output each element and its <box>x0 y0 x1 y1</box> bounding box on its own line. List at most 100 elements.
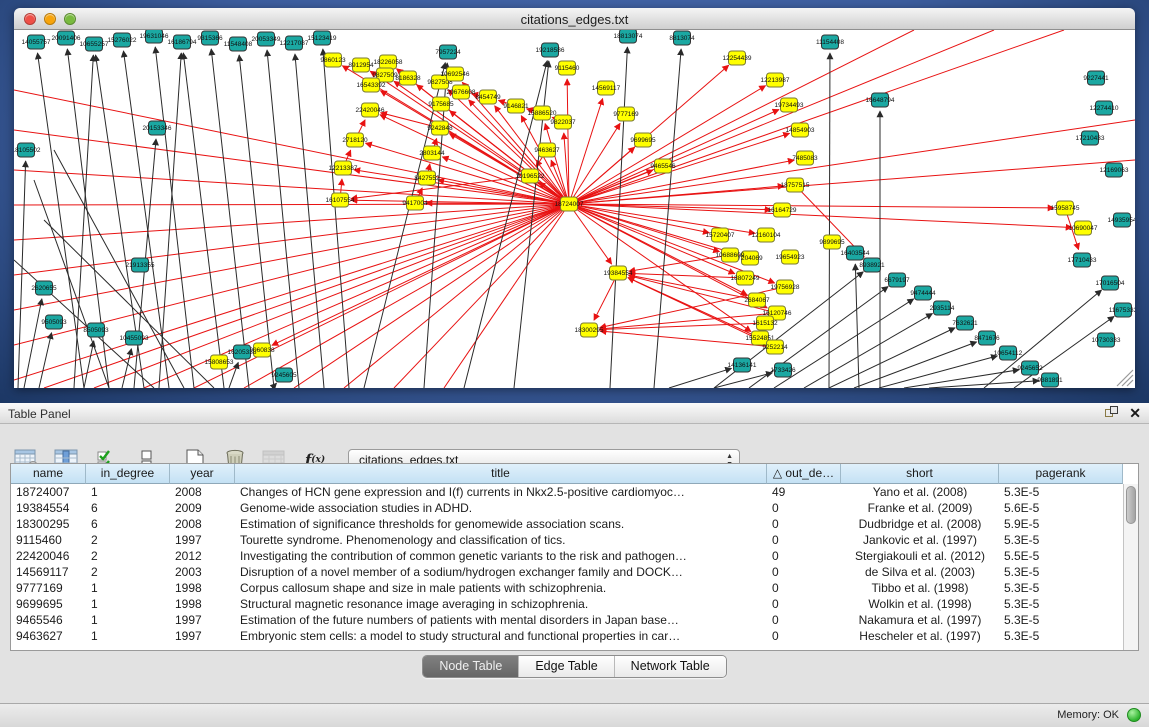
table-row[interactable]: 969969511998Structural magnetic resonanc… <box>11 596 1123 612</box>
graph-node[interactable]: 6679197 <box>884 273 910 287</box>
graph-node[interactable]: 8813074 <box>669 31 695 45</box>
graph-node[interactable]: 10730333 <box>1092 333 1121 347</box>
graph-node[interactable]: 7632621 <box>952 316 978 330</box>
column-header[interactable]: in_degree <box>86 464 170 484</box>
graph-node[interactable]: 16648794 <box>866 93 895 107</box>
graph-node[interactable]: 2935114 <box>930 301 955 315</box>
graph-node[interactable]: 10654112 <box>994 346 1023 360</box>
graph-node[interactable]: 9860123 <box>320 53 346 67</box>
graph-node[interactable]: 9474444 <box>910 286 936 300</box>
column-header[interactable]: name <box>11 464 86 484</box>
resize-grip[interactable] <box>1113 368 1135 388</box>
graph-node[interactable]: 9315366 <box>197 31 223 45</box>
graph-node[interactable]: 17016504 <box>1096 276 1125 290</box>
table-row[interactable]: 1456911722003Disruption of a novel membe… <box>11 564 1123 580</box>
column-header[interactable]: title <box>235 464 767 484</box>
graph-node[interactable]: 9242848 <box>427 121 453 135</box>
column-header[interactable]: △ out_de… <box>767 464 841 484</box>
table-row[interactable]: 1938455462009Genome-wide association stu… <box>11 500 1123 516</box>
column-header[interactable]: short <box>841 464 999 484</box>
graph-node[interactable]: 9381891 <box>1037 373 1063 387</box>
graph-node[interactable]: 2620655 <box>31 281 57 295</box>
graph-node[interactable]: 20091406 <box>52 31 81 45</box>
column-header[interactable]: year <box>170 464 235 484</box>
table-panel-header[interactable]: Table Panel ✕ <box>0 403 1149 424</box>
graph-node[interactable]: 8938921 <box>859 258 885 272</box>
graph-node[interactable]: 19218586 <box>536 43 565 57</box>
graph-node[interactable]: 18757515 <box>781 178 810 192</box>
graph-node[interactable]: 9463627 <box>534 143 560 157</box>
float-panel-icon[interactable] <box>1105 406 1119 420</box>
graph-node[interactable]: 9822037 <box>550 115 576 129</box>
graph-node[interactable]: 9227441 <box>1083 71 1109 85</box>
graph-node[interactable]: 14055757 <box>22 35 51 49</box>
graph-node[interactable]: 9777169 <box>613 107 639 121</box>
graph-node[interactable]: 18300295 <box>575 323 604 337</box>
table-row[interactable]: 2242004622012Investigating the contribut… <box>11 548 1123 564</box>
table-row[interactable]: 946362711997Embryonic stem cells: a mode… <box>11 628 1123 644</box>
graph-node[interactable]: 1733426 <box>770 363 796 377</box>
graph-node[interactable]: 14569117 <box>592 81 621 95</box>
scrollbar-thumb[interactable] <box>1126 486 1136 524</box>
graph-node[interactable]: 14136141 <box>728 358 757 372</box>
graph-node[interactable]: 18807249 <box>731 271 760 285</box>
graph-node[interactable]: 8471676 <box>974 331 1000 345</box>
graph-node[interactable]: 16186794 <box>168 35 197 49</box>
table-row[interactable]: 1830029562008Estimation of significance … <box>11 516 1123 532</box>
graph-node[interactable]: 9245605 <box>271 368 297 382</box>
tab-node-table[interactable]: Node Table <box>423 656 519 677</box>
graph-node[interactable]: 9899695 <box>819 235 845 249</box>
graph-node[interactable]: 18813074 <box>614 30 643 43</box>
graph-node[interactable]: 20153346 <box>143 121 172 135</box>
graph-node[interactable]: 14854903 <box>786 123 815 137</box>
graph-node[interactable]: 20676608 <box>447 85 476 99</box>
graph-node[interactable]: 17210433 <box>1076 131 1105 145</box>
graph-node[interactable]: 12213987 <box>761 73 790 87</box>
graph-node[interactable]: 9245652 <box>1017 361 1043 375</box>
graph-node[interactable]: 12274410 <box>1090 101 1119 115</box>
graph-node[interactable]: 12169063 <box>1100 163 1129 177</box>
graph-node[interactable]: 17710433 <box>1068 253 1097 267</box>
table-row[interactable]: 946554611997Estimation of the future num… <box>11 612 1123 628</box>
table-row[interactable]: 977716911998Corpus callosum shape and si… <box>11 580 1123 596</box>
graph-node[interactable]: 19654923 <box>776 250 805 264</box>
graph-node[interactable]: 7485083 <box>792 151 818 165</box>
table-row[interactable]: 911546021997Tourette syndrome. Phenomeno… <box>11 532 1123 548</box>
graph-node[interactable]: 12254439 <box>723 51 752 65</box>
graph-node[interactable]: 8186328 <box>395 71 421 85</box>
graph-node[interactable]: 15808653 <box>205 355 234 369</box>
graph-node[interactable]: 2718120 <box>342 133 368 147</box>
tab-network-table[interactable]: Network Table <box>615 656 726 677</box>
graph-node[interactable]: 12217087 <box>280 36 309 50</box>
network-canvas[interactable]: 1405575720091406106552571527602219631046… <box>14 30 1135 388</box>
graph-node[interactable]: 9417004 <box>402 196 428 210</box>
column-header[interactable]: pagerank <box>999 464 1123 484</box>
graph-node[interactable]: 20053349 <box>252 32 281 46</box>
graph-node[interactable]: 9146821 <box>503 99 529 113</box>
graph-node[interactable]: 12160104 <box>752 228 781 242</box>
graph-node[interactable]: 9699695 <box>630 133 656 147</box>
graph-node[interactable]: 8505093 <box>83 323 109 337</box>
graph-node[interactable]: 9252214 <box>762 340 788 354</box>
graph-node[interactable]: 11154408 <box>816 35 844 49</box>
graph-node[interactable]: 10655257 <box>80 37 109 51</box>
graph-node[interactable]: 9505093 <box>41 315 67 329</box>
table-row[interactable]: 1872400712008Changes of HCN gene express… <box>11 484 1123 500</box>
graph-node[interactable]: 15958745 <box>1051 201 1080 215</box>
network-window-titlebar[interactable]: citations_edges.txt <box>14 8 1135 30</box>
graph-node[interactable]: 14935954 <box>1108 213 1135 227</box>
graph-node[interactable]: 18226058 <box>374 55 403 69</box>
close-panel-icon[interactable]: ✕ <box>1129 406 1141 420</box>
graph-node[interactable]: 11675333 <box>1109 303 1135 317</box>
graph-node[interactable]: 15720407 <box>706 228 735 242</box>
graph-node[interactable]: 2684067 <box>744 293 770 307</box>
graph-node[interactable]: 11548408 <box>224 37 253 51</box>
graph-node[interactable]: 15123419 <box>308 31 337 45</box>
network-window[interactable]: citations_edges.txt 14055757200914061065… <box>14 8 1135 388</box>
tab-edge-table[interactable]: Edge Table <box>519 656 614 677</box>
table-vertical-scrollbar[interactable] <box>1123 484 1138 650</box>
graph-node[interactable]: 15276022 <box>108 33 137 47</box>
graph-node[interactable]: 7957224 <box>435 45 461 59</box>
graph-node[interactable]: 19631046 <box>140 30 169 43</box>
graph-node[interactable]: 9115460 <box>555 61 580 75</box>
